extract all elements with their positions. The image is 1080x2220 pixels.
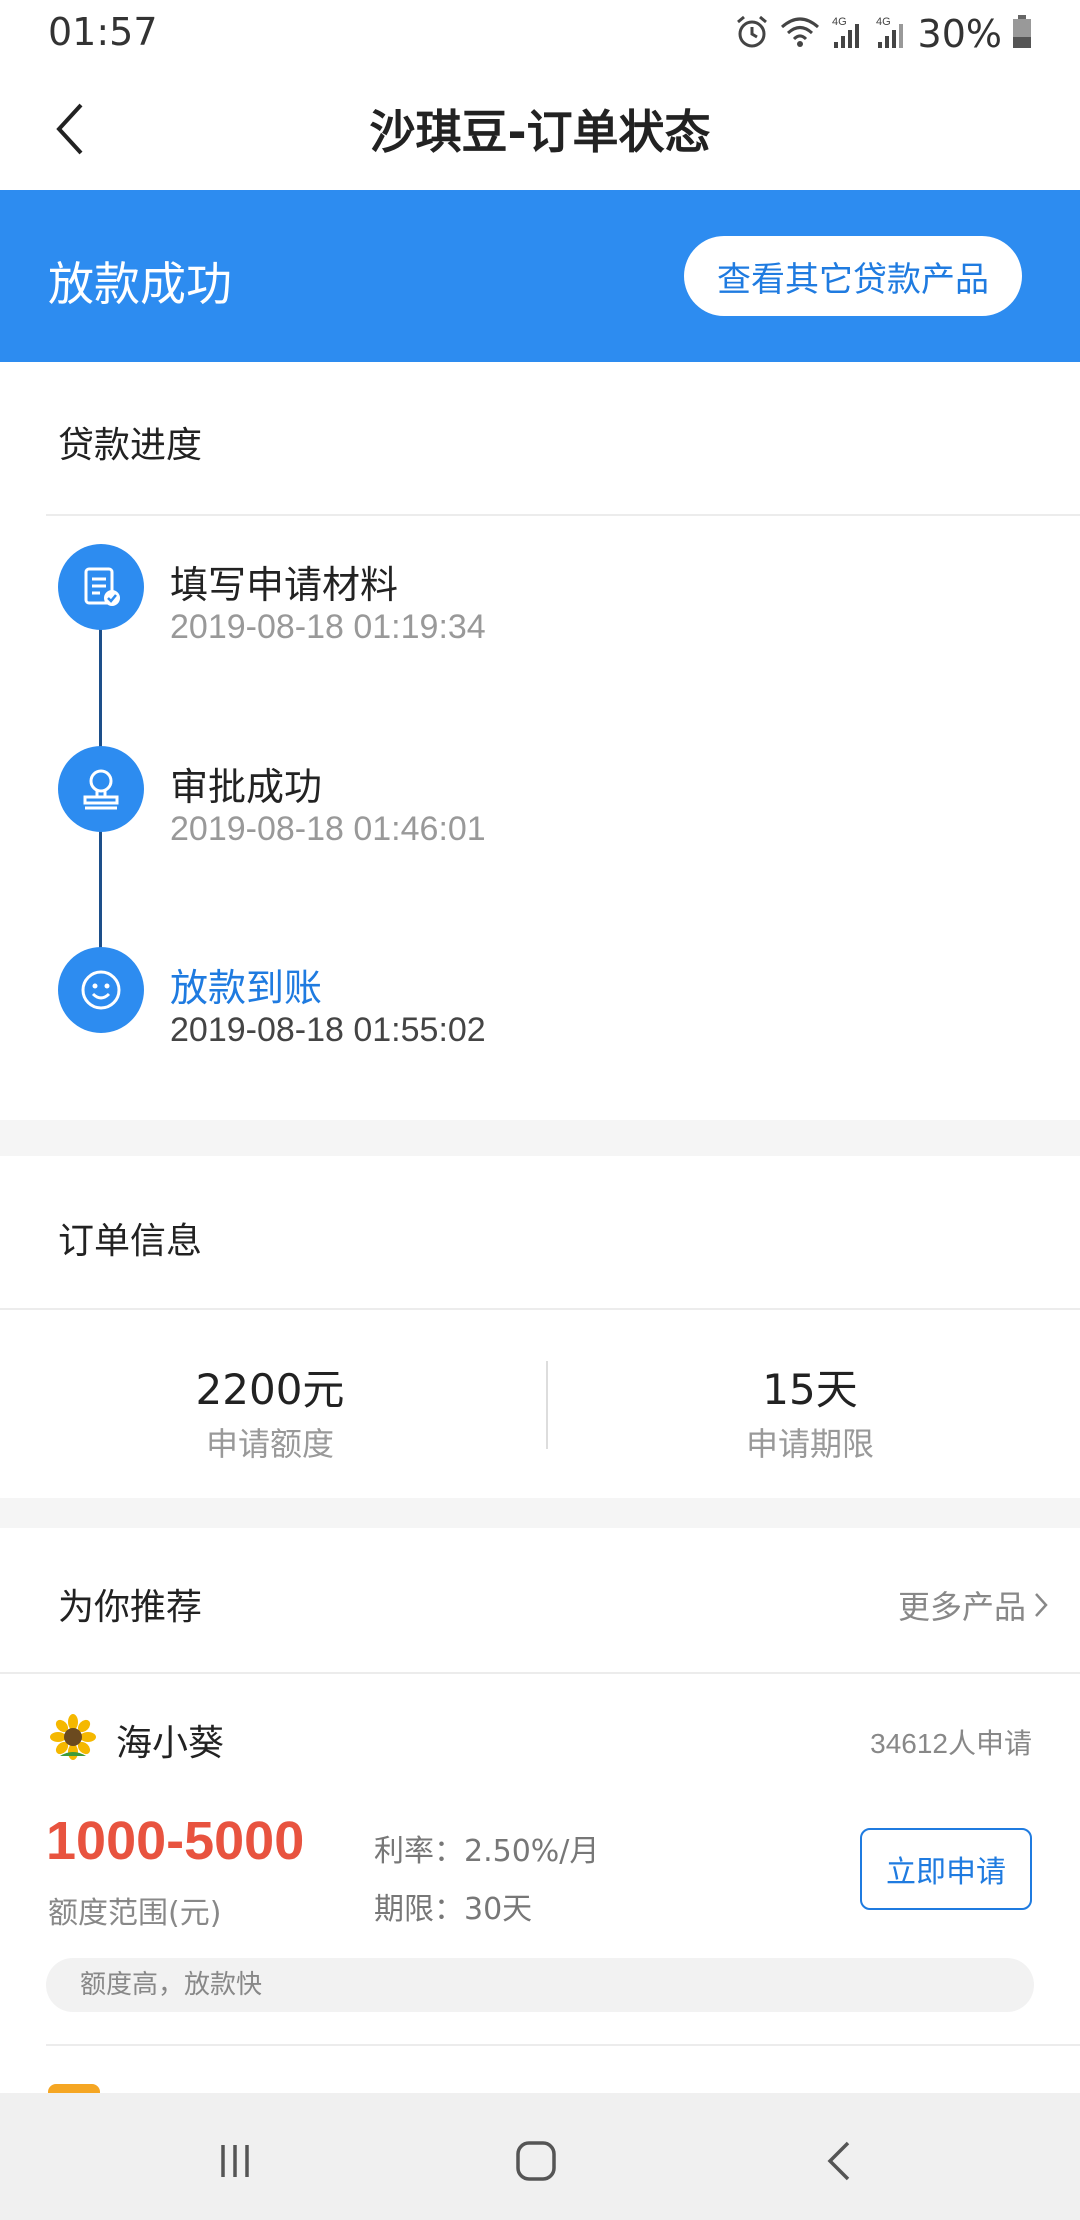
timeline-step-time: 2019-08-18 01:19:34 — [170, 608, 486, 646]
signal-4g-icon: 4G — [874, 14, 908, 54]
timeline-step-title: 审批成功 — [170, 765, 323, 809]
loan-status-text: 放款成功 — [48, 257, 232, 311]
timeline-step: 放款到账 2019-08-18 01:55:02 — [58, 947, 1038, 1049]
system-back-button[interactable] — [810, 2131, 870, 2191]
section-title-progress: 贷款进度 — [58, 425, 203, 466]
order-amount-label: 申请额度 — [205, 1425, 334, 1463]
wifi-icon — [780, 15, 820, 53]
order-term: 15天 申请期限 — [540, 1356, 1080, 1465]
product-amount-range: 1000-5000 — [46, 1811, 305, 1871]
timeline-step-title: 填写申请材料 — [170, 563, 399, 607]
recommend-section: 为你推荐 更多产品 海小葵 34612人申请 1000-5000 额度范围(元)… — [0, 1528, 1080, 2104]
battery-icon — [1012, 15, 1032, 53]
timeline-step: 审批成功 2019-08-18 01:46:01 — [58, 746, 1038, 848]
battery-percentage: 30% — [917, 12, 1002, 56]
apply-now-button[interactable]: 立即申请 — [860, 1828, 1032, 1910]
back-icon — [827, 2141, 850, 2181]
section-title-recommend: 为你推荐 — [58, 1587, 203, 1628]
document-check-icon — [58, 544, 144, 630]
sunflower-icon — [50, 1714, 96, 1760]
status-banner: 放款成功 查看其它贷款产品 — [0, 190, 1080, 362]
timeline-step-time: 2019-08-18 01:46:01 — [170, 810, 486, 848]
product-rate: 利率：2.50%/月 — [374, 1834, 600, 1869]
more-products-link[interactable]: 更多产品 — [898, 1582, 1050, 1628]
order-term-label: 申请期限 — [745, 1425, 874, 1463]
chevron-right-icon — [1035, 1593, 1048, 1617]
timeline-step-time: 2019-08-18 01:55:02 — [170, 1011, 486, 1049]
divider — [0, 1308, 1080, 1310]
order-amount: 2200元 申请额度 — [0, 1356, 540, 1465]
signal-4g-icon: 4G — [830, 14, 864, 54]
product-tag: 额度高，放款快 — [46, 1958, 1034, 2012]
divider — [46, 2044, 1080, 2046]
product-term: 期限：30天 — [374, 1892, 533, 1927]
home-button[interactable] — [506, 2131, 566, 2191]
svg-text:4G: 4G — [876, 16, 891, 28]
more-products-label: 更多产品 — [897, 1588, 1026, 1626]
loan-progress-section: 贷款进度 填写申请材料 2019-08-18 01:19:34 审批成功 201… — [0, 362, 1080, 1120]
status-time: 01:57 — [48, 10, 158, 54]
divider — [46, 514, 1080, 516]
section-title-order: 订单信息 — [58, 1221, 203, 1262]
page-title: 沙琪豆-订单状态 — [369, 105, 711, 159]
stamp-icon — [58, 746, 144, 832]
other-loan-products-button[interactable]: 查看其它贷款产品 — [684, 236, 1022, 316]
page: 01:57 4G 4G 30% 沙琪豆-订单状态 放款成功 查看其它贷款产品 贷… — [0, 0, 1080, 2220]
system-navigation-bar — [0, 2093, 1080, 2220]
alarm-icon — [734, 14, 770, 54]
timeline-step-title: 放款到账 — [170, 966, 323, 1010]
timeline-step: 填写申请材料 2019-08-18 01:19:34 — [58, 544, 1038, 646]
order-term-value: 15天 — [762, 1365, 858, 1414]
svg-text:4G: 4G — [832, 16, 847, 28]
recent-apps-button[interactable] — [205, 2131, 265, 2191]
product-applicants: 34612人申请 — [870, 1728, 1032, 1759]
recent-apps-icon — [221, 2145, 249, 2177]
order-amount-value: 2200元 — [195, 1365, 345, 1414]
home-icon — [516, 2141, 556, 2181]
product-amount-label: 额度范围(元) — [48, 1896, 222, 1931]
top-nav-bar: 沙琪豆-订单状态 — [0, 66, 1080, 190]
order-info-section: 订单信息 2200元 申请额度 15天 申请期限 — [0, 1156, 1080, 1498]
status-icons: 4G 4G 30% — [734, 12, 1032, 56]
smile-icon — [58, 947, 144, 1033]
divider — [0, 1672, 1080, 1674]
status-bar: 01:57 4G 4G 30% — [0, 0, 1080, 66]
product-name: 海小葵 — [116, 1723, 225, 1764]
